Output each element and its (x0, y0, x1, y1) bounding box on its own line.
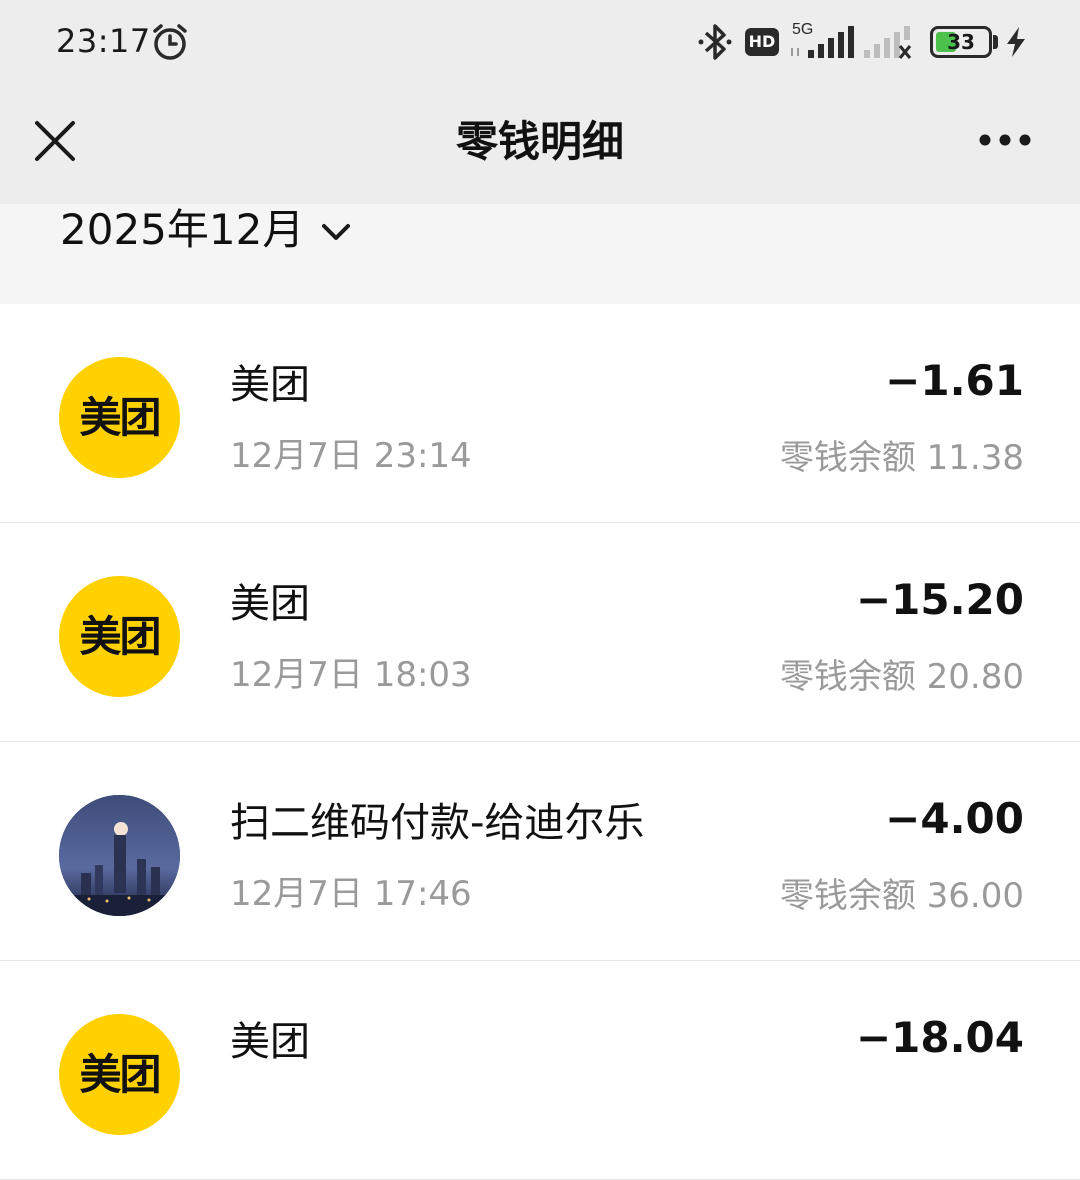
transaction-list: 美团 美团 12月7日 23:14 −1.61 零钱余额 11.38 美团 美团… (0, 304, 1080, 1180)
transaction-time: 12月7日 17:46 (230, 874, 472, 914)
transaction-balance: 零钱余额 11.38 (779, 438, 1024, 478)
charging-bolt-icon (1007, 27, 1025, 57)
status-time: 23:17 (56, 22, 151, 60)
more-icon[interactable] (978, 128, 1032, 152)
page-title: 零钱明细 (455, 117, 624, 166)
transaction-time: 12月7日 18:03 (230, 655, 472, 695)
signal-no-service-icon (864, 26, 912, 59)
transaction-balance: 零钱余额 36.00 (779, 876, 1024, 916)
transaction-amount: −18.04 (855, 1013, 1024, 1062)
city-night-photo (59, 795, 180, 916)
battery-icon: 33 (930, 26, 992, 58)
transaction-title: 美团 (230, 581, 310, 627)
transaction-row[interactable]: 美团 美团 12月7日 18:03 −15.20 零钱余额 20.80 (0, 523, 1080, 742)
transaction-amount: −15.20 (855, 575, 1024, 624)
transaction-amount: −1.61 (885, 356, 1024, 405)
month-selector[interactable]: 2025年12月 (0, 204, 1080, 304)
header: 零钱明细 (0, 84, 1080, 204)
close-icon[interactable] (32, 118, 78, 164)
battery-nub (993, 35, 998, 49)
meituan-logo: 美团 (59, 576, 180, 697)
transaction-title: 扫二维码付款-给迪尔乐 (230, 800, 645, 846)
transaction-row[interactable]: 美团 美团 −18.04 (0, 961, 1080, 1180)
transaction-row[interactable]: 扫二维码付款-给迪尔乐 12月7日 17:46 −4.00 零钱余额 36.00 (0, 742, 1080, 961)
status-bar: 23:17 HD 5G 33 (0, 0, 1080, 84)
signal-5g-icon: 5G (791, 21, 854, 58)
alarm-icon (153, 24, 187, 60)
transaction-amount: −4.00 (885, 794, 1024, 843)
city-skyline-image (59, 795, 180, 916)
battery-level: 33 (947, 30, 975, 54)
transaction-row[interactable]: 美团 美团 12月7日 23:14 −1.61 零钱余额 11.38 (0, 304, 1080, 523)
transaction-title: 美团 (230, 1019, 310, 1065)
month-label[interactable]: 2025年12月 (60, 204, 304, 256)
meituan-logo: 美团 (59, 357, 180, 478)
transaction-balance: 零钱余额 20.80 (779, 657, 1024, 697)
meituan-logo: 美团 (59, 1014, 180, 1135)
hd-icon: HD (745, 28, 779, 56)
chevron-down-icon[interactable] (318, 214, 354, 250)
transaction-title: 美团 (230, 362, 310, 408)
svg-text:5G: 5G (792, 21, 813, 38)
bluetooth-icon (698, 24, 732, 60)
transaction-time: 12月7日 23:14 (230, 436, 472, 476)
